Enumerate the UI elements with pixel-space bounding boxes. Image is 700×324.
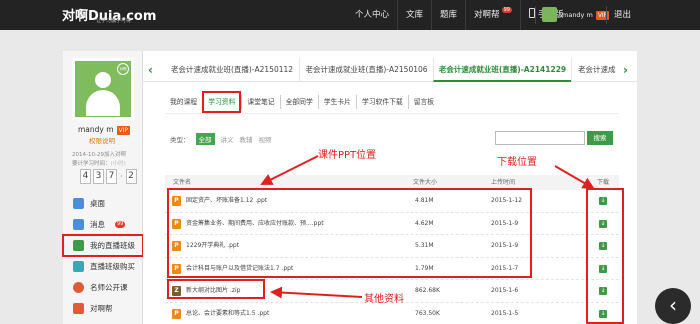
message-icon <box>73 219 84 230</box>
sidebar: 对啊 mandy m VIP 权限说明 2014-10-29加入对啊 要计学习时间… <box>62 51 144 324</box>
sidebar-username-text: mandy m <box>78 125 114 134</box>
subnav-class-notes[interactable]: 课堂笔记 <box>241 95 279 109</box>
filter-label: 类型： <box>170 136 190 144</box>
divider <box>165 113 619 114</box>
filter-handouts[interactable]: 讲义 <box>221 134 234 144</box>
study-time-label-text: 要计学习时间： <box>72 161 111 167</box>
teacher-icon <box>73 282 84 293</box>
annotation-download: 下载位置 <box>497 157 537 168</box>
course-tabs: ‹ 老会计速成就业班(直播)-A2150112 老会计速成就业班(直播)-A21… <box>143 58 637 82</box>
file-size: 862.68K <box>415 287 440 294</box>
nav-personal-center[interactable]: 个人中心 <box>347 0 397 30</box>
sidebar-item-label: 直播班级购买 <box>90 262 135 271</box>
type-filter: 类型： 全部 讲义 教辅 视频 <box>170 133 272 145</box>
logout-link[interactable]: 退出 <box>614 0 631 30</box>
avatar-body <box>86 90 120 116</box>
filter-supplementary[interactable]: 教辅 <box>240 134 253 144</box>
avatar-tag: 对啊 <box>117 63 129 75</box>
tab-course-a2141229[interactable]: 老会计速成就业班(直播)-A2141229 <box>433 58 571 82</box>
sidebar-item-label: 名师公开课 <box>90 283 128 292</box>
subnav-message-board[interactable]: 留言板 <box>407 95 439 109</box>
sidebar-vip-badge: VIP <box>116 126 131 135</box>
annotation-ppt: 课件PPT位置 <box>318 150 377 161</box>
study-time-digits: 4 3 7 · 2 <box>80 169 137 184</box>
filter-all[interactable]: 全部 <box>195 133 215 145</box>
sidebar-item-buy-live-class[interactable]: 直播班级购买 <box>63 256 143 277</box>
digit: 3 <box>93 169 104 184</box>
subnav-student-cards[interactable]: 学生卡片 <box>317 95 356 109</box>
top-avatar[interactable] <box>542 7 557 22</box>
subnav-my-courses[interactable]: 我的课程 <box>170 95 202 109</box>
ppt-file-icon: P <box>172 308 181 319</box>
sidebar-item-messages[interactable]: 消息 99 <box>63 214 143 235</box>
ppt-highlight-box <box>167 188 532 278</box>
upload-time: 2015-1-6 <box>491 287 519 294</box>
top-username[interactable]: mandy m VIP <box>562 0 610 30</box>
nav-question-bank[interactable]: 题库 <box>431 0 465 30</box>
sidebar-item-report[interactable]: 报报 <box>63 319 143 324</box>
vip-badge: VIP <box>595 11 610 20</box>
digit: 2 <box>125 169 137 184</box>
digit-separator: · <box>120 172 123 181</box>
desktop-icon <box>73 198 84 209</box>
filter-video[interactable]: 视频 <box>259 134 272 144</box>
main-panel: ‹ 老会计速成就业班(直播)-A2150112 老会计速成就业班(直播)-A21… <box>143 51 637 324</box>
study-time-unit: (小时) <box>110 161 126 167</box>
sidebar-item-label: 消息 <box>90 220 105 229</box>
sidebar-menu: 桌面 消息 99 我的直播班级 直播班级购买 名师公开课 对啊帮 报报 <box>62 193 144 324</box>
avatar-head <box>95 72 111 88</box>
join-date: 2014-10-29加入对啊 <box>72 152 126 158</box>
message-badge: 99 <box>115 221 126 228</box>
table-row: P 总论、会计要素和等式1.5 .ppt 763.50K 2015-1-5 ↓ <box>165 303 619 324</box>
sidebar-item-desktop[interactable]: 桌面 <box>63 193 143 214</box>
chevron-right-icon[interactable]: › <box>623 62 628 78</box>
divider <box>535 6 536 24</box>
top-bar: 对啊Duia.com 让学习触手可得 个人中心 文库 题库 对啊帮99 手机版 … <box>0 0 700 30</box>
nav-library[interactable]: 文库 <box>397 0 431 30</box>
sub-nav: 我的课程 学习资料 课堂笔记 全部同学 学生卡片 学习软件下载 留言板 <box>170 91 439 113</box>
sidebar-username: mandy m VIP <box>78 125 131 135</box>
search-button[interactable]: 搜索 <box>587 131 613 145</box>
digit: 7 <box>106 169 117 184</box>
subnav-study-materials[interactable]: 学习资料 <box>202 91 242 113</box>
nav-duia-help[interactable]: 对啊帮 99 <box>465 0 520 30</box>
other-highlight-box <box>167 279 265 299</box>
top-username-text: mandy m <box>562 11 593 19</box>
sidebar-item-label: 对啊帮 <box>90 304 113 313</box>
top-nav: 个人中心 文库 题库 对啊帮99 手机版 <box>347 0 571 30</box>
nav-duia-help-label: 对啊帮 <box>474 10 500 20</box>
logo[interactable]: 对啊Duia.com 让学习触手可得 <box>62 5 156 24</box>
shopping-icon <box>73 261 84 272</box>
live-class-icon <box>73 240 84 251</box>
subnav-classmates[interactable]: 全部同学 <box>279 95 318 109</box>
subnav-software-download[interactable]: 学习软件下载 <box>355 95 408 109</box>
tab-course-a2150106[interactable]: 老会计速成就业班(直播)-A2150106 <box>299 58 433 82</box>
tab-course-a2150112[interactable]: 老会计速成就业班(直播)-A2150112 <box>165 58 299 82</box>
permission-link[interactable]: 权限说明 <box>89 135 115 145</box>
file-size: 763.50K <box>415 309 440 317</box>
divider <box>606 6 607 24</box>
chevron-left-icon[interactable]: ‹ <box>148 62 153 78</box>
file-name-link[interactable]: 总论、会计要素和等式1.5 .ppt <box>186 303 269 324</box>
sidebar-item-label: 我的直播班级 <box>90 241 135 250</box>
upload-time: 2015-1-5 <box>491 309 519 317</box>
notify-badge: 99 <box>501 7 512 13</box>
avatar[interactable]: 对啊 <box>72 58 134 120</box>
logo-slogan: 让学习触手可得 <box>96 18 132 24</box>
help-icon <box>73 303 84 314</box>
sidebar-item-label: 桌面 <box>90 199 105 208</box>
back-button[interactable]: ‹ <box>655 288 691 324</box>
search-input[interactable] <box>495 131 585 145</box>
digit: 4 <box>80 169 91 184</box>
tab-course-more[interactable]: 老会计速成 <box>571 58 621 82</box>
sidebar-item-open-class[interactable]: 名师公开课 <box>63 277 143 298</box>
sidebar-item-duia-help[interactable]: 对啊帮 <box>63 298 143 319</box>
study-time-label: 要计学习时间：(小时) <box>72 159 126 167</box>
chevron-left-icon: ‹ <box>669 293 677 317</box>
sidebar-item-my-live-class[interactable]: 我的直播班级 <box>62 234 144 257</box>
annotation-other: 其他资料 <box>364 294 404 305</box>
download-highlight-box <box>586 188 624 324</box>
